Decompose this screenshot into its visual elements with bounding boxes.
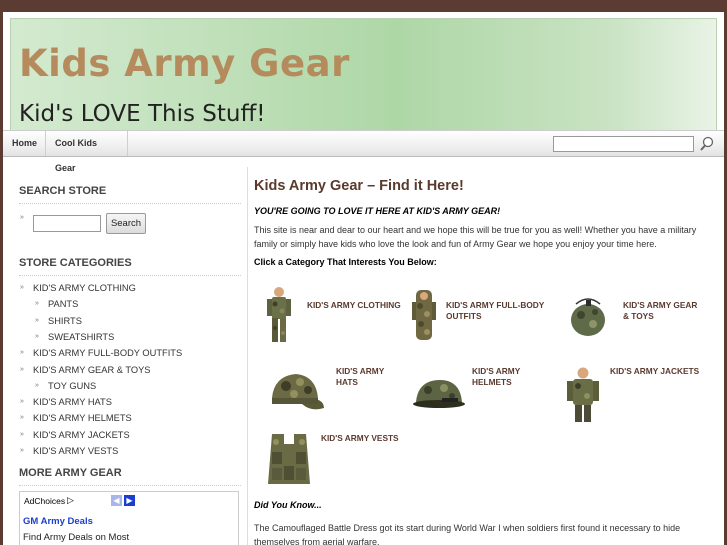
next-arrow-icon[interactable]: ▶ (124, 495, 135, 506)
product-link-clothing[interactable]: KID'S ARMY CLOTHING (307, 300, 407, 311)
product-link-vests[interactable]: KID'S ARMY VESTS (321, 433, 421, 444)
ad-box[interactable]: AdChoices ▷ ◀ ▶ GM Army Deals Find Army … (19, 491, 239, 545)
category-link[interactable]: KID'S ARMY JACKETS (33, 430, 130, 440)
sidebar-search-button[interactable]: Search (106, 213, 146, 234)
column-divider (247, 167, 248, 545)
bullet-icon: » (20, 398, 24, 406)
adchoices-label[interactable]: AdChoices (24, 496, 65, 506)
search-icon[interactable] (698, 135, 716, 153)
site-title[interactable]: Kids Army Gear (19, 42, 350, 85)
nav-cool-kids-gear[interactable]: Cool Kids Gear (46, 131, 128, 173)
category-link[interactable]: KID'S ARMY HELMETS (33, 413, 132, 423)
category-link[interactable]: TOY GUNS (48, 381, 96, 391)
click-category-heading: Click a Category That Interests You Belo… (254, 257, 437, 267)
tagline: YOU'RE GOING TO LOVE IT HERE AT KID'S AR… (254, 206, 501, 216)
divider (19, 485, 241, 486)
bullet-icon: » (35, 316, 39, 324)
nav-home[interactable]: Home (3, 131, 46, 156)
bullet-icon: » (20, 349, 24, 357)
adchoices-icon[interactable]: ▷ (67, 495, 74, 506)
category-link[interactable]: SWEATSHIRTS (48, 332, 114, 342)
full-body-outfit-image[interactable] (412, 288, 436, 346)
helmets-image[interactable] (412, 378, 466, 412)
more-army-gear-heading: MORE ARMY GEAR (19, 467, 122, 479)
hats-image[interactable] (266, 368, 326, 418)
product-link-full-body-outfits[interactable]: KID'S ARMY FULL-BODY OUTFITS (446, 300, 556, 321)
site-header: Kids Army Gear Kid's LOVE This Stuff! (10, 18, 717, 132)
product-link-gear-toys[interactable]: KID'S ARMY GEAR & TOYS (623, 300, 703, 321)
did-you-know-heading: Did You Know... (254, 500, 322, 510)
product-link-hats[interactable]: KID'S ARMY HATS (336, 366, 396, 387)
product-link-jackets[interactable]: KID'S ARMY JACKETS (610, 366, 710, 377)
bullet-icon: » (20, 284, 24, 291)
category-link[interactable]: KID'S ARMY CLOTHING (33, 283, 136, 293)
ad-text: Find Army Deals on Most (23, 532, 130, 543)
nav-search-input[interactable] (553, 136, 694, 152)
category-link[interactable]: SHIRTS (48, 316, 82, 326)
bullet-icon: » (20, 365, 24, 373)
jackets-image[interactable] (566, 366, 600, 426)
bullet-icon: » (20, 430, 24, 438)
gear-toys-image[interactable] (568, 294, 608, 340)
search-store-heading: SEARCH STORE (19, 185, 107, 197)
site-description: Kid's LOVE This Stuff! (19, 101, 266, 127)
bullet-icon: » (20, 214, 24, 221)
bullet-icon: » (20, 414, 24, 422)
bullet-icon: » (35, 332, 39, 340)
sidebar-search-input[interactable] (33, 215, 101, 232)
product-link-helmets[interactable]: KID'S ARMY HELMETS (472, 366, 542, 387)
bullet-icon: » (20, 447, 24, 454)
category-link[interactable]: KID'S ARMY VESTS (33, 446, 118, 456)
category-link[interactable]: KID'S ARMY GEAR & TOYS (33, 365, 151, 375)
category-link[interactable]: KID'S ARMY HATS (33, 397, 112, 407)
page-wrapper: Kids Army Gear Kid's LOVE This Stuff! Ho… (3, 12, 724, 545)
category-link[interactable]: KID'S ARMY FULL-BODY OUTFITS (33, 348, 182, 358)
nav-bar: Home Cool Kids Gear (3, 130, 724, 173)
bullet-icon: » (35, 381, 39, 389)
page-title: Kids Army Gear – Find it Here! (254, 178, 464, 194)
clothing-image[interactable] (266, 286, 292, 346)
divider (19, 203, 241, 204)
bullet-icon: » (35, 300, 39, 308)
prev-arrow-icon[interactable]: ◀ (111, 495, 122, 506)
category-link[interactable]: PANTS (48, 299, 78, 309)
intro-text: This site is near and dear to our heart … (254, 225, 697, 249)
fact-text: The Camouflaged Battle Dress got its sta… (254, 523, 681, 545)
store-categories-heading: STORE CATEGORIES (19, 257, 132, 269)
divider (19, 275, 241, 276)
vests-image[interactable] (262, 430, 316, 490)
ad-link[interactable]: GM Army Deals (23, 516, 93, 527)
